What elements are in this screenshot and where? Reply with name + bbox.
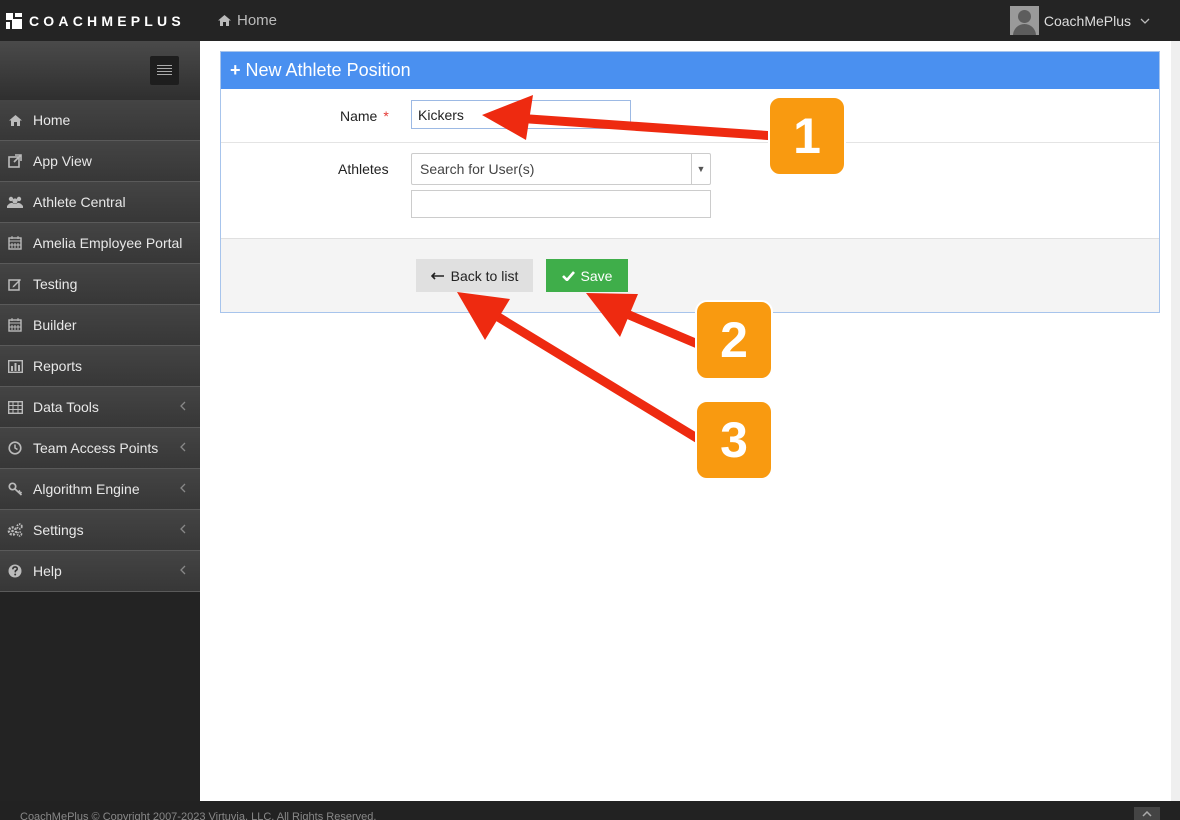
copyright-text: CoachMePlus © Copyright 2007-2023 Virtuv… [20, 811, 377, 820]
external-link-icon [7, 153, 23, 169]
form-actions: Back to list Save [221, 238, 1159, 312]
form-title: New Athlete Position [245, 60, 411, 80]
top-home-link[interactable]: Home [218, 12, 277, 29]
save-button[interactable]: Save [546, 259, 628, 292]
sidebar-item-label: App View [33, 153, 92, 169]
chevron-left-icon [180, 565, 186, 575]
sidebar-item-label: Settings [33, 522, 84, 538]
plus-icon: + [230, 60, 241, 80]
home-icon [218, 15, 231, 26]
new-athlete-position-form: + New Athlete Position Name* Athletes Se… [220, 51, 1160, 313]
sidebar-item-reports[interactable]: Reports [0, 346, 200, 387]
athletes-row: Athletes Search for User(s) ▼ [221, 143, 1159, 239]
scroll-to-top-button[interactable] [1134, 807, 1160, 820]
logo-mark-icon [6, 13, 22, 29]
users-icon [7, 194, 23, 210]
sidebar-item-testing[interactable]: Testing [0, 264, 200, 305]
sidebar-item-label: Builder [33, 317, 77, 333]
name-label: Name * [340, 108, 389, 124]
sidebar-toggle-button[interactable] [150, 56, 179, 85]
sidebar-item-data-tools[interactable]: Data Tools [0, 387, 200, 428]
clock-icon [7, 440, 23, 456]
scrollbar-track[interactable] [1171, 41, 1180, 801]
athletes-selected-list[interactable] [411, 190, 711, 218]
form-header: + New Athlete Position [221, 52, 1159, 89]
arrow-left-icon [430, 271, 444, 280]
back-to-list-label: Back to list [450, 267, 519, 284]
page-footer: CoachMePlus © Copyright 2007-2023 Virtuv… [0, 801, 1180, 820]
calendar-icon [7, 235, 23, 251]
sidebar-item-label: Amelia Employee Portal [33, 235, 183, 251]
top-navbar: COACHMEPLUS Home CoachMePlus [0, 0, 1180, 41]
name-input[interactable] [411, 100, 631, 129]
required-marker: * [383, 108, 389, 124]
gears-icon [7, 522, 23, 538]
sidebar-item-team-access-points[interactable]: Team Access Points [0, 428, 200, 469]
sidebar-item-settings[interactable]: Settings [0, 510, 200, 551]
step-badge-3: 3 [695, 400, 773, 480]
sidebar-item-label: Help [33, 563, 62, 579]
avatar [1009, 6, 1039, 35]
chevron-left-icon [180, 524, 186, 534]
check-icon [561, 270, 575, 281]
sidebar-item-label: Reports [33, 358, 83, 374]
top-home-label: Home [237, 12, 278, 29]
logo-text: COACHMEPLUS [29, 13, 185, 29]
user-menu[interactable]: CoachMePlus [1009, 6, 1150, 35]
chevron-down-icon [1140, 18, 1150, 24]
chevron-left-icon [180, 442, 186, 452]
back-to-list-button[interactable]: Back to list [416, 259, 533, 292]
sidebar-item-help[interactable]: Help [0, 551, 200, 592]
bar-chart-icon [7, 358, 23, 374]
sidebar-item-algorithm-engine[interactable]: Algorithm Engine [0, 469, 200, 510]
sidebar-item-app-view[interactable]: App View [0, 141, 200, 182]
sidebar-item-amelia-employee-portal[interactable]: Amelia Employee Portal [0, 223, 200, 264]
sidebar: Home App View Athlete Central Amelia Emp… [0, 41, 200, 801]
chevron-left-icon [180, 401, 186, 411]
calendar-icon [7, 317, 23, 333]
sidebar-item-label: Algorithm Engine [33, 481, 140, 497]
user-name: CoachMePlus [1043, 12, 1131, 29]
sidebar-item-athlete-central[interactable]: Athlete Central [0, 182, 200, 223]
athletes-select[interactable]: Search for User(s) ▼ [411, 153, 711, 185]
sidebar-item-home[interactable]: Home [0, 100, 200, 141]
logo[interactable]: COACHMEPLUS [6, 13, 185, 29]
sidebar-item-label: Team Access Points [33, 440, 159, 456]
save-label: Save [580, 267, 613, 284]
chevron-left-icon [180, 483, 186, 493]
table-icon [7, 399, 23, 415]
sidebar-item-builder[interactable]: Builder [0, 305, 200, 346]
athletes-select-placeholder: Search for User(s) [420, 161, 535, 177]
name-row: Name * [221, 89, 1159, 143]
sidebar-item-label: Athlete Central [33, 194, 126, 210]
chevron-up-icon [1142, 811, 1152, 817]
home-icon [7, 112, 23, 128]
step-badge-2: 2 [695, 300, 773, 380]
sidebar-header [0, 41, 200, 100]
athletes-label: Athletes [338, 161, 389, 177]
edit-icon [7, 276, 23, 292]
key-icon [7, 481, 23, 497]
sidebar-item-label: Home [33, 112, 71, 128]
dropdown-arrow-icon[interactable]: ▼ [691, 154, 710, 184]
sidebar-item-label: Testing [33, 276, 78, 292]
question-circle-icon [7, 563, 23, 579]
sidebar-item-label: Data Tools [33, 399, 99, 415]
main-content: + New Athlete Position Name* Athletes Se… [200, 41, 1171, 801]
step-badge-1: 1 [768, 96, 846, 176]
